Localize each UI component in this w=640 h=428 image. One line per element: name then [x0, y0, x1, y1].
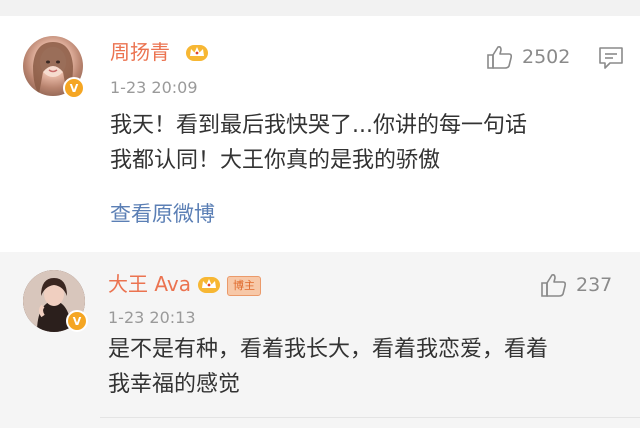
reply-text: 是不是有种，看着我长大，看着我恋爱，看着 我幸福的感觉 [108, 332, 628, 402]
like-button[interactable]: 237 [540, 272, 612, 298]
like-count: 2502 [522, 46, 571, 68]
comment-text-line: 我天！看到最后我快哭了...你讲的每一句话 [110, 113, 527, 138]
reply-timestamp: 1-23 20:13 [108, 308, 196, 327]
comment-card: V 周扬青 1-23 20:09 2502 我天！看到最后我快哭了...你讲的每… [0, 16, 640, 252]
divider [100, 417, 640, 418]
like-button[interactable]: 2502 [486, 44, 570, 70]
crown-icon[interactable] [185, 42, 209, 62]
reply-username[interactable]: 大王 Ava [108, 272, 191, 296]
thumbs-up-icon [487, 46, 513, 69]
reply-text-line: 是不是有种，看着我长大，看着我恋爱，看着 [108, 337, 549, 362]
reply-card: V 大王 Ava 博主 1-23 20:13 237 是不是有种，看着我长大，看… [0, 252, 640, 428]
top-strip [0, 0, 640, 16]
like-count: 237 [576, 274, 613, 296]
verified-icon: V [63, 77, 85, 99]
author-tag: 博主 [227, 276, 261, 296]
verified-icon: V [66, 310, 88, 332]
reply-text-line: 我幸福的感觉 [108, 372, 241, 397]
thumbs-up-icon [541, 274, 567, 297]
reply-icon[interactable] [598, 46, 624, 70]
comment-username[interactable]: 周扬青 [110, 40, 170, 64]
view-original-link[interactable]: 查看原微博 [110, 200, 215, 228]
comment-timestamp: 1-23 20:09 [110, 78, 198, 97]
comment-text-line: 我都认同！大王你真的是我的骄傲 [110, 148, 441, 173]
comment-text: 我天！看到最后我快哭了...你讲的每一句话 我都认同！大王你真的是我的骄傲 [110, 108, 630, 178]
crown-icon[interactable] [197, 274, 221, 294]
